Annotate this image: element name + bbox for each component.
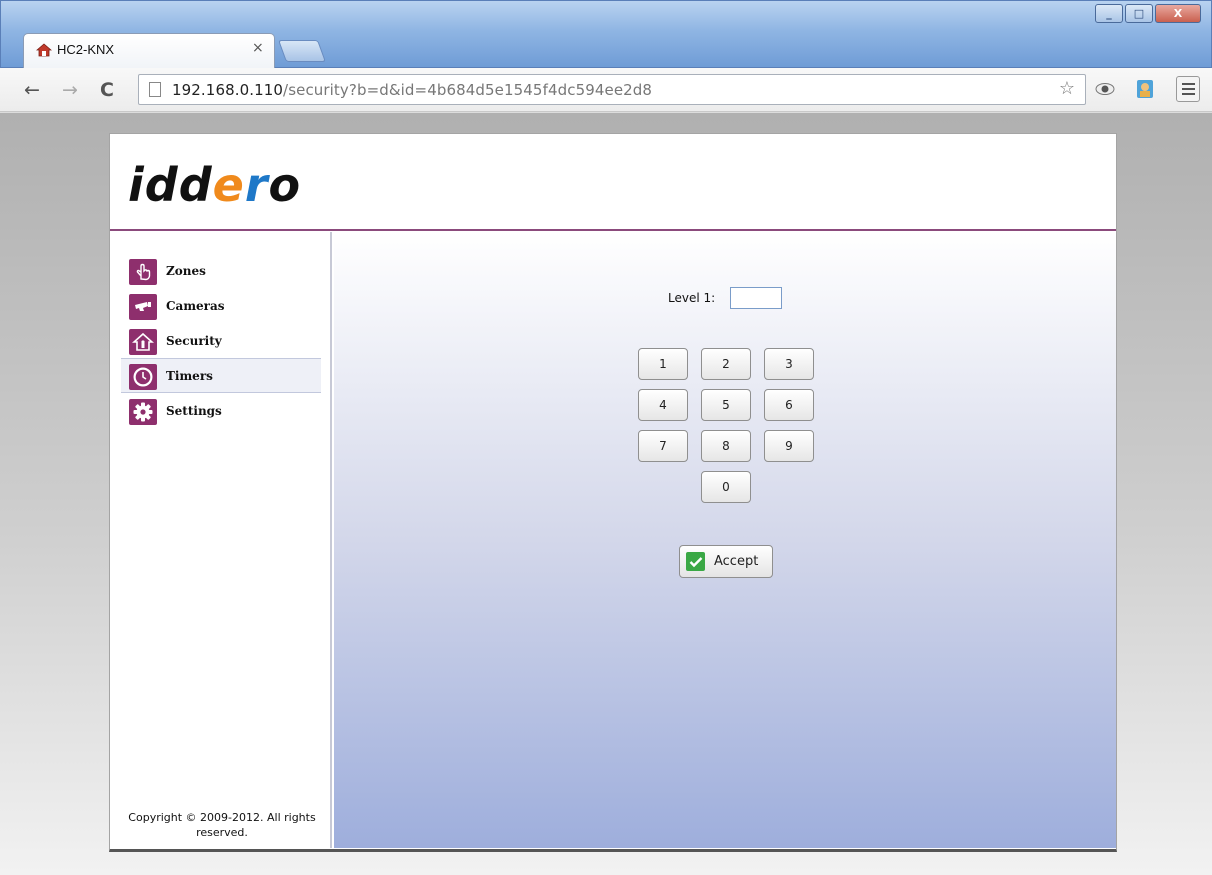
new-tab-button[interactable] (277, 40, 327, 62)
checkmark-icon (686, 552, 705, 571)
iddero-logo: iddero (128, 158, 302, 212)
keypad-key-6[interactable]: 6 (764, 389, 814, 421)
sidebar-item-label: Timers (166, 369, 213, 383)
maximize-button[interactable]: □ (1125, 4, 1153, 23)
iddero-app-frame: iddero Zones Cameras Security Timers Set… (109, 133, 1117, 852)
tab-close-icon[interactable]: × (252, 40, 264, 56)
keypad-key-3[interactable]: 3 (764, 348, 814, 380)
window-controls: _ □ X (1095, 4, 1201, 23)
clock-icon (129, 364, 157, 390)
sidebar-item-cameras[interactable]: Cameras (121, 289, 321, 324)
camera-icon (129, 294, 157, 320)
eye-extension-icon[interactable] (1094, 78, 1116, 100)
keypad-key-5[interactable]: 5 (701, 389, 751, 421)
sidebar-item-zones[interactable]: Zones (121, 254, 321, 289)
keypad-key-1[interactable]: 1 (638, 348, 688, 380)
browser-menu-button[interactable] (1176, 76, 1200, 102)
keypad-key-0[interactable]: 0 (701, 471, 751, 503)
bookmark-star-icon[interactable]: ☆ (1059, 78, 1075, 99)
keypad-key-8[interactable]: 8 (701, 430, 751, 462)
home-favicon-icon (36, 43, 52, 57)
page-icon (149, 82, 161, 97)
tab-title: HC2-KNX (57, 42, 115, 57)
sidebar-item-security[interactable]: Security (121, 324, 321, 359)
browser-toolbar: ← → C 192.168.0.110/security?b=d&id=4b68… (0, 68, 1212, 112)
sidebar-item-label: Security (166, 334, 222, 348)
keypad-key-7[interactable]: 7 (638, 430, 688, 462)
minimize-button[interactable]: _ (1095, 4, 1123, 23)
sidebar-item-label: Cameras (166, 299, 225, 313)
sidebar-item-label: Zones (166, 264, 206, 278)
back-arrow-icon[interactable]: ← (24, 79, 40, 101)
keypad-key-2[interactable]: 2 (701, 348, 751, 380)
user-extension-icon[interactable] (1134, 78, 1156, 100)
address-bar[interactable]: 192.168.0.110/security?b=d&id=4b684d5e15… (138, 74, 1086, 105)
house-security-icon (129, 329, 157, 355)
reload-icon[interactable]: C (100, 79, 114, 101)
url-text: 192.168.0.110/security?b=d&id=4b684d5e15… (172, 81, 653, 99)
keypad-key-4[interactable]: 4 (638, 389, 688, 421)
copyright-text: Copyright © 2009-2012. All rights reserv… (128, 811, 316, 839)
sidebar-item-timers[interactable]: Timers (121, 358, 321, 393)
sidebar: Zones Cameras Security Timers Settings C… (110, 232, 332, 848)
forward-arrow-icon[interactable]: → (62, 79, 78, 101)
level-code-input[interactable] (730, 287, 782, 309)
close-window-button[interactable]: X (1155, 4, 1201, 23)
gear-icon (129, 399, 157, 425)
hand-pointer-icon (129, 259, 157, 285)
browser-tab[interactable]: HC2-KNX × (23, 33, 275, 68)
level-label: Level 1: (668, 291, 716, 305)
sidebar-item-settings[interactable]: Settings (121, 394, 321, 429)
accept-button[interactable]: Accept (679, 545, 773, 578)
security-panel: Level 1: 1 2 3 4 5 6 7 8 9 0 Accept (334, 232, 1116, 848)
accept-label: Accept (714, 554, 759, 569)
sidebar-item-label: Settings (166, 404, 222, 418)
keypad-key-9[interactable]: 9 (764, 430, 814, 462)
app-header: iddero (110, 134, 1116, 231)
